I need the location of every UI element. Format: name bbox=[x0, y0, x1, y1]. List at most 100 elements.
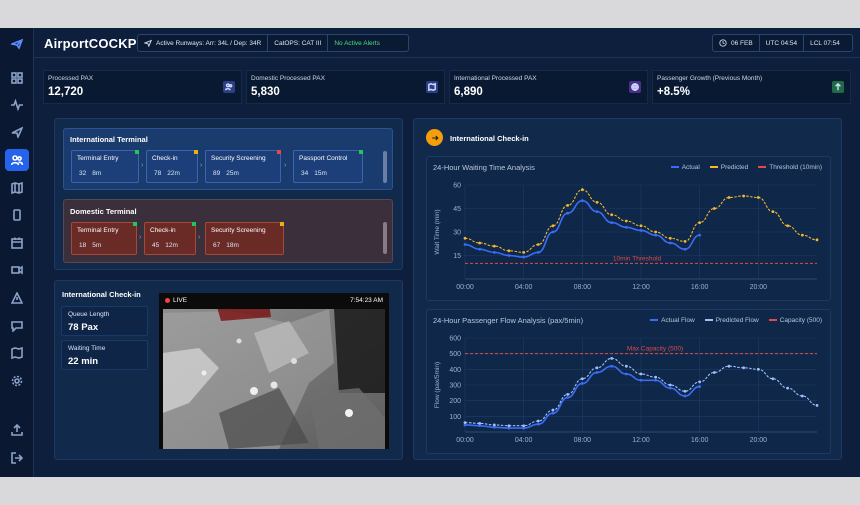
predicted-point bbox=[610, 356, 614, 360]
predicted-point bbox=[771, 210, 775, 214]
live-camera-feed[interactable]: LIVE 7:54:23 AM bbox=[159, 293, 389, 449]
calendar-icon[interactable] bbox=[7, 233, 27, 253]
wait-time: 5m bbox=[92, 242, 102, 249]
alert-icon[interactable] bbox=[7, 288, 27, 308]
predicted-point bbox=[698, 221, 702, 224]
passenger-flow-chart: 24-Hour Passenger Flow Analysis (pax/5mi… bbox=[426, 309, 831, 454]
trend-up-icon bbox=[832, 81, 844, 93]
scrollbar[interactable] bbox=[383, 222, 387, 254]
predicted-point bbox=[756, 196, 760, 199]
x-tick-label: 04:00 bbox=[515, 284, 533, 291]
date-display: 06 FEB bbox=[713, 39, 759, 47]
international-terminal-title: International Terminal bbox=[70, 135, 148, 144]
predicted-point bbox=[756, 367, 760, 371]
scrollbar[interactable] bbox=[383, 151, 387, 183]
logout-icon[interactable] bbox=[7, 448, 27, 468]
queue-label: Queue Length bbox=[68, 311, 110, 318]
predicted-point bbox=[800, 233, 804, 237]
camera-icon[interactable] bbox=[7, 260, 27, 280]
clock-strip: 06 FEB UTC 04:54 LCL 07:54 bbox=[712, 34, 853, 52]
wait-time: 25m bbox=[226, 170, 239, 177]
predicted-point bbox=[551, 224, 555, 228]
device-icon[interactable] bbox=[7, 205, 27, 225]
map-icon[interactable] bbox=[7, 178, 27, 198]
settings-icon[interactable] bbox=[7, 371, 27, 391]
predicted-point bbox=[624, 219, 628, 223]
step-check-in[interactable]: Check-in 78 22m bbox=[146, 150, 198, 183]
share-icon[interactable] bbox=[7, 420, 27, 440]
actual-point bbox=[624, 372, 628, 376]
map-icon bbox=[426, 81, 438, 93]
app-title: AirportCOCKPIT bbox=[44, 36, 149, 51]
predicted-point bbox=[507, 424, 511, 428]
header-bar: AirportCOCKPIT Active Runways: Arr: 34L … bbox=[34, 28, 860, 58]
utc-time: UTC 04:54 bbox=[765, 39, 798, 47]
x-tick-label: 12:00 bbox=[632, 284, 650, 291]
step-title: Terminal Entry bbox=[77, 155, 119, 162]
predicted-point bbox=[580, 377, 584, 381]
actual-point bbox=[478, 247, 482, 251]
y-tick-label: 200 bbox=[449, 398, 461, 405]
actual-point bbox=[507, 254, 511, 257]
arrow-icon: › bbox=[284, 162, 287, 169]
y-tick-label: 600 bbox=[449, 336, 461, 343]
actual-point bbox=[654, 378, 658, 382]
predicted-point bbox=[639, 224, 643, 228]
actual-point bbox=[610, 221, 614, 224]
actual-point bbox=[639, 378, 643, 382]
predicted-point bbox=[507, 249, 511, 253]
actual-point bbox=[698, 233, 702, 237]
predicted-point bbox=[683, 240, 687, 243]
sidebar bbox=[0, 28, 34, 477]
x-tick-label: 16:00 bbox=[691, 284, 709, 291]
x-tick-label: 20:00 bbox=[750, 284, 768, 291]
predicted-point bbox=[478, 241, 482, 245]
actual-point bbox=[566, 211, 570, 215]
dashboard-icon[interactable] bbox=[7, 68, 27, 88]
waiting-time-card: Waiting Time 22 min bbox=[61, 340, 148, 370]
kpi-label: Passenger Growth (Previous Month) bbox=[657, 75, 763, 82]
pax-count: 89 bbox=[213, 170, 221, 177]
arrow-icon: › bbox=[200, 162, 203, 169]
local-time: LCL 07:54 bbox=[810, 39, 840, 47]
camera-timestamp: 7:54:23 AM bbox=[350, 297, 383, 304]
actual-point bbox=[566, 396, 570, 399]
actual-point bbox=[580, 199, 584, 203]
flights-icon[interactable] bbox=[7, 122, 27, 142]
clock-icon bbox=[719, 39, 727, 47]
predicted-point bbox=[727, 364, 731, 368]
predicted-point bbox=[624, 364, 628, 368]
airplane-logo-icon[interactable] bbox=[7, 34, 27, 54]
activity-icon[interactable] bbox=[7, 95, 27, 115]
pax-count: 34 bbox=[301, 170, 309, 177]
step-check-in[interactable]: Check-in 45 12m bbox=[144, 222, 196, 255]
runways-text: Active Runways: Arr: 34L / Dep: 34R bbox=[156, 39, 262, 47]
pax-count: 67 bbox=[213, 242, 221, 249]
actual-point bbox=[536, 250, 540, 254]
step-security-screening[interactable]: Security Screening 89 25m bbox=[205, 150, 281, 183]
predicted-point bbox=[463, 236, 467, 240]
terminal-flow-panel: International Terminal Terminal Entry 32… bbox=[54, 118, 403, 270]
predicted-point bbox=[551, 408, 555, 412]
map-layers-icon[interactable] bbox=[7, 343, 27, 363]
step-title: Check-in bbox=[150, 227, 176, 234]
predicted-point bbox=[566, 393, 570, 396]
actual-point bbox=[580, 382, 584, 385]
x-tick-label: 08:00 bbox=[574, 437, 592, 444]
step-security-screening[interactable]: Security Screening 67 18m bbox=[205, 222, 284, 255]
kpi-value: +8.5% bbox=[657, 86, 690, 98]
pax-count: 45 bbox=[152, 242, 160, 249]
step-terminal-entry[interactable]: Terminal Entry 32 8m bbox=[71, 150, 139, 183]
predicted-point bbox=[786, 224, 790, 228]
y-tick-label: 100 bbox=[449, 414, 461, 421]
predicted-point bbox=[668, 236, 672, 240]
passengers-icon[interactable] bbox=[5, 149, 29, 171]
kpi-value: 12,720 bbox=[48, 86, 84, 98]
passenger-flow-plot: 100 200 300 400 500 600 00:00 04:00 08:00 12:00 16… bbox=[434, 336, 819, 444]
wait-time: 8m bbox=[92, 170, 102, 177]
pax-count: 78 bbox=[154, 170, 162, 177]
step-terminal-entry[interactable]: Terminal Entry 18 5m bbox=[71, 222, 137, 255]
step-passport-control[interactable]: Passport Control 34 15m bbox=[293, 150, 363, 183]
status-flag bbox=[194, 150, 198, 154]
message-icon[interactable] bbox=[7, 316, 27, 336]
